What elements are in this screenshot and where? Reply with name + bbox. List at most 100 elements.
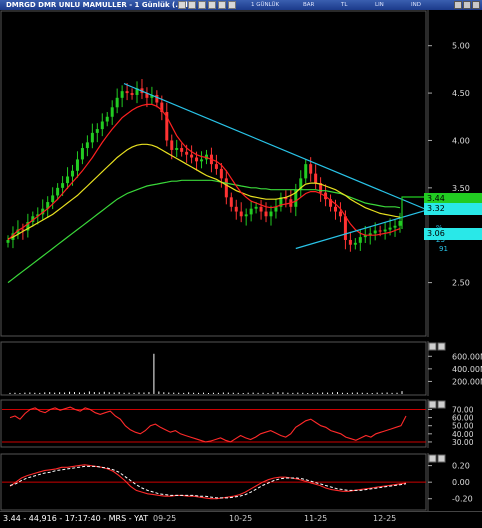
panel-menu-icon bbox=[428, 400, 437, 409]
x-tick-label: 12-25 bbox=[373, 514, 397, 523]
toolbar-button[interactable] bbox=[178, 1, 186, 9]
toolbar-label-period[interactable]: 1 GÜNLÜK bbox=[251, 0, 279, 10]
ma-red-line bbox=[7, 103, 401, 241]
candle-body bbox=[195, 157, 199, 162]
candle-body bbox=[393, 225, 397, 228]
candle-body bbox=[105, 116, 109, 122]
candle-body bbox=[120, 91, 124, 98]
panel-frame bbox=[0, 341, 427, 396]
candle-body bbox=[224, 178, 228, 198]
candle-body bbox=[254, 206, 258, 209]
y-tick-label: 0.00 bbox=[452, 478, 470, 487]
y-tick-label: -0.20 bbox=[452, 495, 473, 504]
candle-body bbox=[269, 211, 273, 217]
y-tick-label: 600.00M bbox=[452, 352, 482, 361]
candle-body bbox=[259, 206, 263, 212]
candle-body bbox=[125, 91, 129, 94]
candle-body bbox=[219, 168, 223, 179]
ma-green-line bbox=[7, 179, 401, 284]
annotation-text: 91 bbox=[439, 245, 448, 253]
candle-body bbox=[353, 242, 357, 245]
y-tick-label: 30.00 bbox=[452, 438, 474, 447]
candle-body bbox=[200, 159, 204, 162]
candle-body bbox=[180, 148, 184, 152]
x-tick-label: 09-25 bbox=[153, 514, 177, 523]
candle-body bbox=[214, 164, 218, 169]
toolbar-button[interactable] bbox=[208, 1, 216, 9]
candle-body bbox=[234, 206, 238, 212]
panel-menu-icon bbox=[428, 454, 437, 463]
candle-body bbox=[249, 208, 253, 215]
window-title: DMRGD DMR UNLU MAMULLER - 1 Günlük (.1d) bbox=[6, 1, 191, 9]
toolbar bbox=[178, 1, 236, 9]
toolbar-button[interactable] bbox=[198, 1, 206, 9]
candle-body bbox=[338, 211, 342, 217]
status-bar: 3.44 - 44,916 - 17:17:40 - MRS - YAT 09-… bbox=[0, 511, 482, 528]
y-tick-label: 400.00M bbox=[452, 365, 482, 374]
candle-body bbox=[56, 187, 60, 196]
x-tick-label: 11-25 bbox=[304, 514, 328, 523]
candle-body bbox=[100, 121, 104, 130]
y-tick-label: 4.00 bbox=[452, 136, 470, 145]
candle-body bbox=[383, 229, 387, 232]
candle-body bbox=[80, 148, 84, 160]
candle-body bbox=[239, 211, 243, 217]
panel-close-icon bbox=[437, 454, 446, 463]
candle-body bbox=[110, 107, 114, 117]
minimize-icon[interactable] bbox=[454, 1, 462, 9]
window-titlebar: DMRGD DMR UNLU MAMULLER - 1 Günlük (.1d)… bbox=[0, 0, 482, 10]
chart-canvas[interactable]: 5.004.504.003.503.002.50%2391600.00M400.… bbox=[0, 10, 482, 511]
panel-close-icon bbox=[437, 400, 446, 409]
candle-body bbox=[6, 239, 10, 243]
toolbar-label-tl[interactable]: TL bbox=[341, 0, 347, 10]
candle-body bbox=[229, 197, 233, 207]
y-tick-label: 0.20 bbox=[452, 462, 470, 471]
toolbar-button[interactable] bbox=[218, 1, 226, 9]
status-text: 3.44 - 44,916 - 17:17:40 - MRS - YAT bbox=[3, 514, 149, 523]
close-icon[interactable] bbox=[472, 1, 480, 9]
candle-body bbox=[388, 227, 392, 230]
candle-body bbox=[90, 132, 94, 143]
candle-body bbox=[175, 148, 179, 150]
candle-body bbox=[348, 239, 352, 245]
candle-body bbox=[398, 221, 402, 226]
panel-close-icon bbox=[437, 342, 446, 351]
trendline bbox=[295, 206, 439, 250]
candle-body bbox=[378, 230, 382, 232]
candle-body bbox=[85, 142, 89, 149]
candle-body bbox=[358, 237, 362, 243]
window-controls bbox=[454, 1, 480, 9]
candle-body bbox=[75, 159, 79, 171]
panel-frame bbox=[0, 10, 427, 337]
candle-body bbox=[314, 173, 318, 184]
panel-menu-icon bbox=[428, 342, 437, 351]
candle-body bbox=[333, 206, 337, 212]
price-box-trend-lower: 3.06 bbox=[424, 228, 482, 240]
maximize-icon[interactable] bbox=[463, 1, 471, 9]
y-tick-label: 5.00 bbox=[452, 42, 470, 51]
toolbar-label-bar[interactable]: BAR bbox=[303, 0, 314, 10]
toolbar-label-ind[interactable]: IND bbox=[411, 0, 421, 10]
candle-body bbox=[66, 176, 70, 184]
candle-body bbox=[185, 151, 189, 155]
toolbar-button[interactable] bbox=[188, 1, 196, 9]
candle-body bbox=[115, 97, 119, 108]
candle-body bbox=[130, 93, 134, 95]
candle-body bbox=[170, 140, 174, 150]
candle-body bbox=[309, 164, 313, 174]
candle-body bbox=[61, 183, 65, 188]
candle-body bbox=[304, 164, 308, 179]
candle-body bbox=[155, 94, 159, 103]
y-tick-label: 3.50 bbox=[452, 184, 470, 193]
toolbar-label-lin[interactable]: LIN bbox=[375, 0, 384, 10]
candle-body bbox=[190, 154, 194, 158]
y-tick-label: 2.50 bbox=[452, 279, 470, 288]
toolbar-button[interactable] bbox=[228, 1, 236, 9]
x-tick-label: 10-25 bbox=[229, 514, 253, 523]
candle-body bbox=[264, 211, 268, 217]
candle-body bbox=[373, 230, 377, 234]
y-tick-label: 4.50 bbox=[452, 89, 470, 98]
price-box-trend-upper: 3.32 bbox=[424, 203, 482, 215]
candle-body bbox=[71, 170, 75, 177]
candle-body bbox=[343, 216, 347, 240]
